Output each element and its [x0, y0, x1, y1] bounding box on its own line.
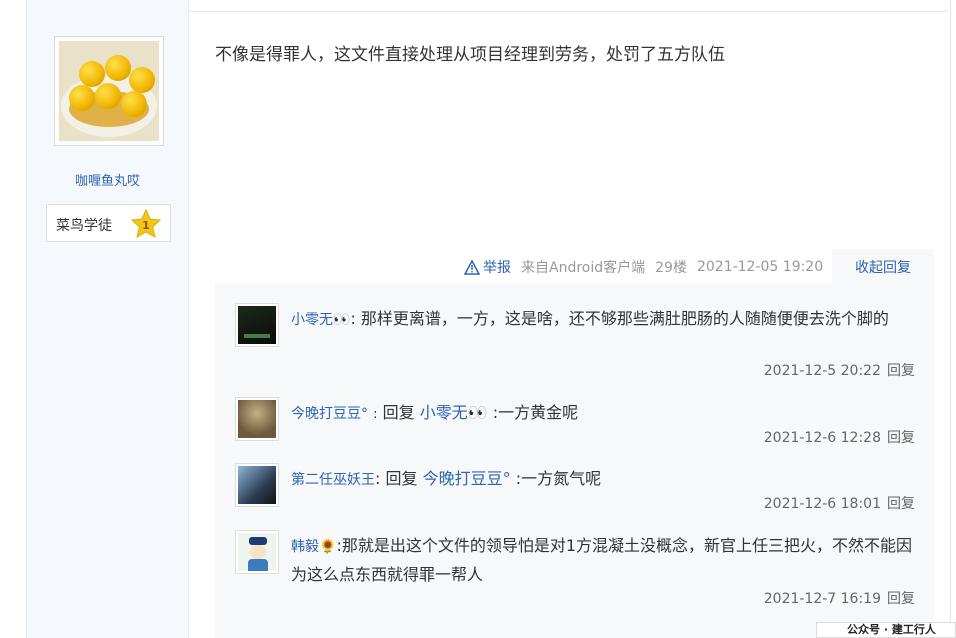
reply-meta: 2021-12-6 18:01 回复	[764, 493, 915, 513]
reply-time: 2021-12-6 12:28	[763, 430, 881, 446]
author-name[interactable]: 咖喱鱼丸哎	[26, 170, 189, 189]
report-link[interactable]: 举报	[464, 257, 511, 277]
reply-meta: 2021-12-7 16:19 回复	[764, 588, 915, 608]
reply-time: 2021-12-7 16:19	[763, 591, 881, 607]
watermark: 公众号 · 建工行人	[816, 622, 956, 638]
separator: :	[350, 309, 356, 328]
list-item: 韩毅🌻:那就是出这个文件的领导怕是对1方混凝土没概念，新官上任三把火，不然不能因…	[235, 530, 925, 610]
reply-prefix: 回复	[385, 469, 418, 488]
star-icon: 1	[131, 209, 161, 238]
reply-meta: 2021-12-5 20:22 回复	[764, 360, 915, 380]
post-datetime: 2021-12-05 19:20	[696, 259, 824, 275]
collapse-replies-button[interactable]: 收起回复	[832, 249, 934, 287]
reply-time: 2021-12-6 18:01	[763, 496, 881, 512]
separator: :	[373, 407, 378, 422]
post-meta: 举报 来自Android客户端 29楼 2021-12-05 19:20	[464, 256, 829, 278]
warning-icon	[464, 259, 480, 275]
list-item: 第二任巫妖王: 回复 今晚打豆豆° :一方氮气呢 2021-12-6 18:01…	[235, 463, 925, 523]
post-content: 不像是得罪人，这文件直接处理从项目经理到劳务，处罚了五方队伍	[215, 45, 725, 65]
reply-button[interactable]: 回复	[887, 591, 915, 607]
reply-text: 那样更离谱，一方，这是啥，还不够那些满肚肥肠的人随随便便去洗个脚的	[360, 309, 889, 328]
avatar[interactable]	[235, 463, 279, 507]
avatar[interactable]	[235, 397, 279, 441]
reply-to-user[interactable]: 今晚打豆豆°	[423, 469, 511, 488]
avatar-image	[59, 41, 159, 141]
reply-time: 2021-12-5 20:22	[763, 363, 881, 379]
reply-button[interactable]: 回复	[887, 430, 915, 446]
reply-text: 那就是出这个文件的领导怕是对1方混凝土没概念，新官上任三把火，不然不能因为这么点…	[291, 536, 913, 584]
post-floor: 29楼	[655, 260, 687, 276]
avatar[interactable]	[235, 530, 279, 574]
reply-meta: 2021-12-6 12:28 回复	[764, 427, 915, 447]
reply-button[interactable]: 回复	[887, 363, 915, 379]
reply-author[interactable]: 小零无👀	[291, 312, 350, 328]
report-label: 举报	[483, 260, 511, 276]
post-source: 来自Android客户端	[521, 260, 646, 276]
list-item: 小零无👀: 那样更离谱，一方，这是啥，还不够那些满肚肥肠的人随随便便去洗个脚的 …	[235, 303, 925, 393]
separator: :	[375, 469, 381, 488]
reply-button[interactable]: 回复	[887, 496, 915, 512]
list-item: 今晚打豆豆° : 回复 小零无👀 :一方黄金呢 2021-12-6 12:28 回…	[235, 397, 925, 457]
reply-author[interactable]: 今晚打豆豆°	[291, 406, 368, 422]
rank-label: 菜鸟学徒	[56, 218, 112, 234]
post-floor: 咖喱鱼丸哎 菜鸟学徒 1 不像是得罪人，这文件直接处理从项目经理到劳务，处罚了五…	[0, 0, 956, 638]
avatar[interactable]	[235, 303, 279, 347]
reply-prefix: 回复	[382, 403, 415, 422]
divider	[950, 0, 951, 638]
rank-level: 1	[142, 219, 150, 232]
reply-text: :一方氮气呢	[515, 469, 602, 488]
reply-author[interactable]: 第二任巫妖王	[291, 472, 375, 488]
reply-text: :一方黄金呢	[492, 403, 579, 422]
rank-badge[interactable]: 菜鸟学徒 1	[46, 204, 171, 242]
reply-to-user[interactable]: 小零无👀	[420, 403, 488, 422]
reply-author[interactable]: 韩毅🌻	[291, 539, 336, 555]
author-avatar[interactable]	[54, 36, 164, 146]
